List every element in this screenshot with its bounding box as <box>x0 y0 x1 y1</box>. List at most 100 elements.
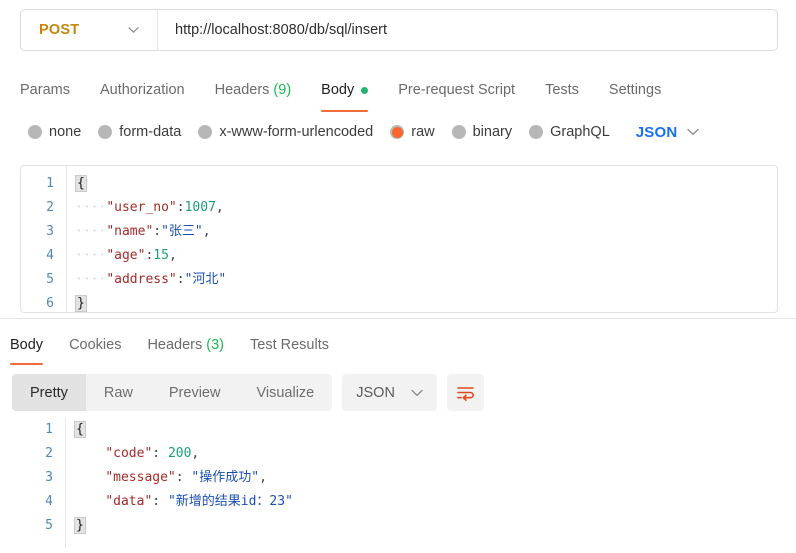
json-value: 1007 <box>184 200 216 215</box>
code-line: 4 ····"age":15, <box>21 244 777 268</box>
request-tab-headers[interactable]: Headers (9) <box>215 72 292 108</box>
line-number: 1 <box>46 176 54 191</box>
response-view-visualize[interactable]: Visualize <box>238 374 332 411</box>
request-code-block: 1 { 2 ····"user_no":1007, 3 ····"name":"… <box>21 166 777 312</box>
line-number: 2 <box>46 200 54 215</box>
json-colon: : <box>152 494 168 509</box>
response-code-block: 1 { 2 "code": 200, 3 "message": "操作成功", … <box>20 418 778 548</box>
response-tab-cookies[interactable]: Cookies <box>69 328 121 362</box>
response-tab-test-results[interactable]: Test Results <box>250 328 329 362</box>
radio-icon <box>198 125 213 139</box>
line-number: 3 <box>45 470 53 485</box>
body-mode-graphql-label: GraphQL <box>550 124 610 140</box>
chevron-down-icon <box>411 389 423 397</box>
line-number: 5 <box>46 272 54 287</box>
indent-guide: ···· <box>75 272 107 287</box>
code-line: 6 } <box>21 292 777 312</box>
word-wrap-button[interactable] <box>446 374 484 411</box>
code-line: 2 ····"user_no":1007, <box>21 196 777 220</box>
json-comma: , <box>202 224 211 239</box>
body-mode-binary[interactable]: binary <box>451 124 513 140</box>
body-mode-raw[interactable]: raw <box>390 124 435 140</box>
body-mode-urlencoded-label: x-www-form-urlencoded <box>219 124 374 140</box>
line-number: 3 <box>46 224 54 239</box>
line-content: ····"name":"张三", <box>66 220 211 244</box>
body-format-selector[interactable]: JSON <box>636 124 700 141</box>
line-number: 6 <box>46 296 54 311</box>
chevron-down-icon <box>687 128 700 136</box>
code-line: 2 "code": 200, <box>20 442 778 466</box>
line-number: 4 <box>45 494 53 509</box>
word-wrap-icon <box>456 385 475 401</box>
json-value: "操作成功" <box>191 470 260 485</box>
response-view-preview[interactable]: Preview <box>151 374 239 411</box>
response-view-preview-label: Preview <box>168 384 221 401</box>
request-tab-body[interactable]: Body <box>321 72 369 112</box>
indent-guide <box>74 446 105 461</box>
json-key: "code" <box>105 446 153 461</box>
response-tab-test-results-label: Test Results <box>250 337 329 353</box>
request-headers-count: (9) <box>273 82 292 98</box>
body-mode-none[interactable]: none <box>28 124 81 140</box>
json-value: "新增的结果id：23" <box>167 494 293 509</box>
body-mode-binary-label: binary <box>472 124 513 140</box>
response-view-raw[interactable]: Raw <box>86 374 151 411</box>
body-mode-urlencoded[interactable]: x-www-form-urlencoded <box>198 124 373 140</box>
response-format-label: JSON <box>356 384 395 401</box>
url-input[interactable] <box>158 10 777 50</box>
response-view-mode-group: Pretty Raw Preview Visualize <box>12 374 333 411</box>
response-view-visualize-label: Visualize <box>256 384 315 401</box>
url-bar: POST <box>20 9 778 51</box>
body-mode-raw-label: raw <box>411 124 435 140</box>
code-line: 1 { <box>21 172 777 196</box>
response-tab-headers[interactable]: Headers (3) <box>147 328 224 362</box>
json-comma: , <box>191 446 200 461</box>
request-tab-bar: Params Authorization Headers (9) Body Pr… <box>20 72 661 112</box>
active-tab-underline <box>321 109 369 112</box>
body-mode-form-data-label: form-data <box>119 124 182 140</box>
line-content: ····"age":15, <box>66 244 177 268</box>
line-content: { <box>65 418 86 442</box>
request-tab-pre-request-script-label: Pre-request Script <box>398 82 516 98</box>
line-number: 1 <box>45 422 53 437</box>
json-value: 15 <box>153 248 169 263</box>
request-tab-settings[interactable]: Settings <box>609 72 661 108</box>
line-content: "message": "操作成功", <box>65 466 267 490</box>
request-tab-pre-request-script[interactable]: Pre-request Script <box>398 72 515 108</box>
request-body-editor[interactable]: 1 { 2 ····"user_no":1007, 3 ····"name":"… <box>20 165 778 313</box>
json-value: "张三" <box>161 224 203 239</box>
http-method-selector[interactable]: POST <box>21 10 157 50</box>
body-mode-form-data[interactable]: form-data <box>98 124 181 140</box>
line-content: "code": 200, <box>65 442 199 466</box>
request-tab-tests-label: Tests <box>545 82 579 98</box>
response-tab-body[interactable]: Body <box>10 328 44 365</box>
request-tab-tests[interactable]: Tests <box>545 72 579 108</box>
json-colon: : <box>153 224 162 239</box>
request-tab-headers-label: Headers <box>214 82 270 98</box>
request-tab-authorization[interactable]: Authorization <box>100 72 185 108</box>
line-content: } <box>65 514 86 538</box>
json-key: "user_no" <box>106 200 177 215</box>
indent-guide <box>74 470 105 485</box>
brace-token: { <box>74 421 86 438</box>
request-tab-params-label: Params <box>20 82 70 98</box>
body-mode-none-label: none <box>49 124 82 140</box>
brace-token: { <box>75 175 87 192</box>
request-response-divider <box>0 318 796 319</box>
radio-icon <box>529 125 544 139</box>
line-content: ····"address":"河北" <box>66 268 226 292</box>
indent-guide: ···· <box>75 224 107 239</box>
request-tab-params[interactable]: Params <box>20 72 70 108</box>
json-value: 200 <box>167 446 192 461</box>
json-key: "address" <box>106 272 177 287</box>
http-method-label: POST <box>39 22 80 38</box>
response-format-selector[interactable]: JSON <box>342 374 437 411</box>
response-view-pretty[interactable]: Pretty <box>12 374 86 411</box>
code-line: 3 ····"name":"张三", <box>21 220 777 244</box>
response-body-editor[interactable]: 1 { 2 "code": 200, 3 "message": "操作成功", … <box>20 418 778 548</box>
chevron-down-icon <box>128 27 139 34</box>
response-tab-body-label: Body <box>10 337 44 353</box>
indent-guide <box>74 494 105 509</box>
body-mode-graphql[interactable]: GraphQL <box>529 124 610 140</box>
json-colon: : <box>176 200 185 215</box>
